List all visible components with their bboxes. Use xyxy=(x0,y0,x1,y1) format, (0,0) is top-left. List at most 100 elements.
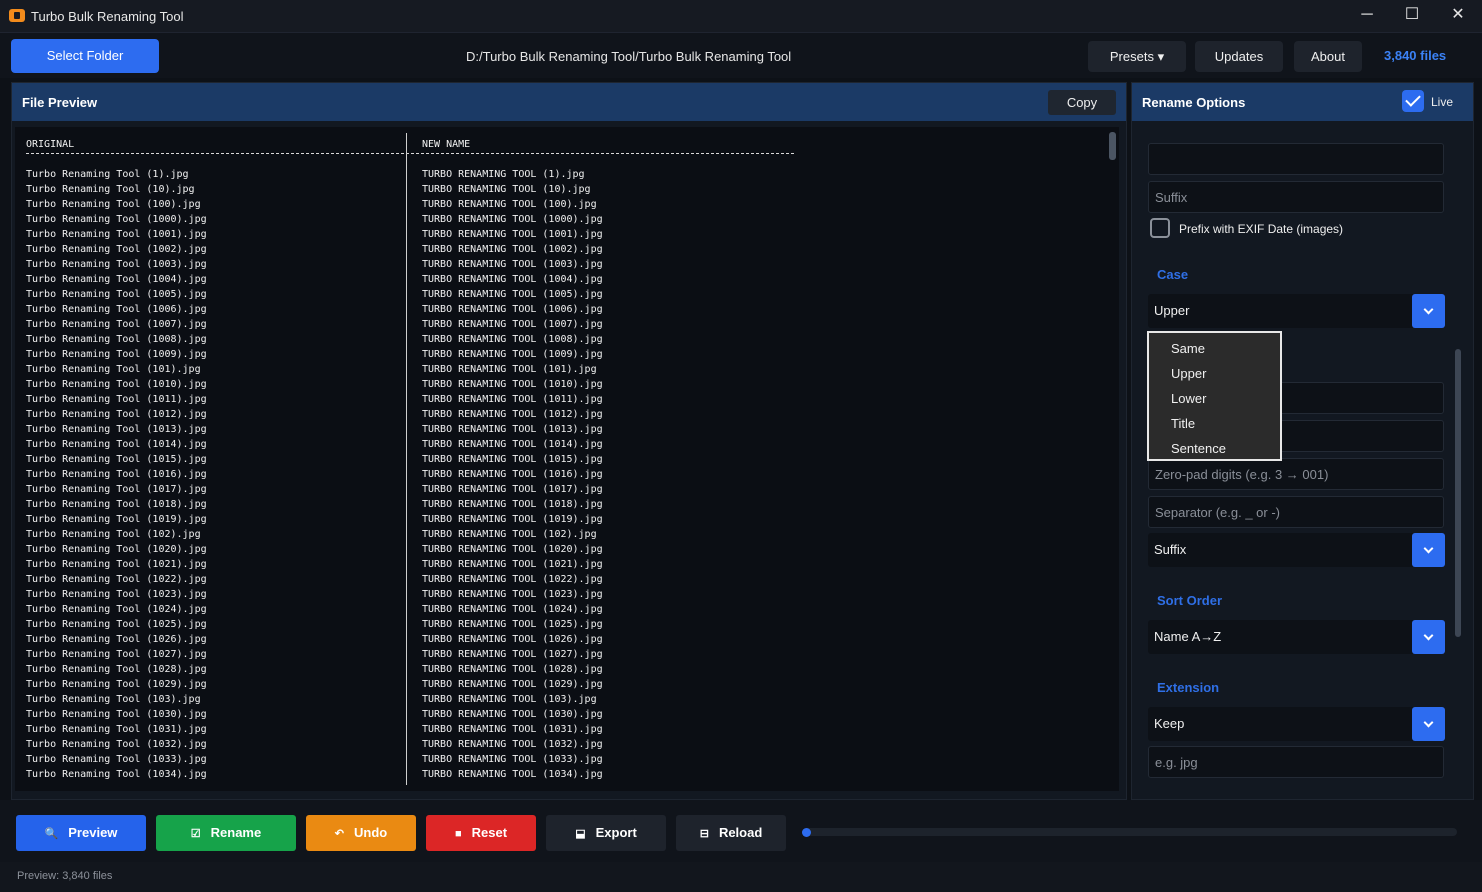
table-row: TURBO RENAMING TOOL (1030).jpg xyxy=(422,709,603,720)
table-row: Turbo Renaming Tool (102).jpg xyxy=(26,529,201,540)
undo-icon: ↶ xyxy=(334,828,344,840)
chevron-down-icon[interactable] xyxy=(1412,294,1445,328)
reset-button-label: Reset xyxy=(471,825,508,840)
sort-order-title: Sort Order xyxy=(1157,593,1223,608)
table-row: TURBO RENAMING TOOL (1021).jpg xyxy=(422,559,603,570)
prefix-input[interactable] xyxy=(1148,143,1444,175)
chevron-down-icon[interactable] xyxy=(1412,620,1445,654)
reload-button[interactable]: ⊟ Reload xyxy=(676,815,786,851)
chevron-down-icon[interactable] xyxy=(1412,707,1445,741)
status-bar: Preview: 3,840 files xyxy=(0,862,1482,892)
table-row: Turbo Renaming Tool (1033).jpg xyxy=(26,754,207,765)
case-option-sentence[interactable]: Sentence xyxy=(1171,441,1226,456)
undo-button[interactable]: ↶ Undo xyxy=(306,815,416,851)
extension-select[interactable]: Keep xyxy=(1148,707,1445,741)
table-row: Turbo Renaming Tool (1022).jpg xyxy=(26,574,207,585)
table-row: TURBO RENAMING TOOL (1027).jpg xyxy=(422,649,603,660)
table-row: TURBO RENAMING TOOL (1023).jpg xyxy=(422,589,603,600)
file-preview-title: File Preview xyxy=(22,95,98,110)
table-row: Turbo Renaming Tool (1004).jpg xyxy=(26,274,207,285)
table-row: Turbo Renaming Tool (1017).jpg xyxy=(26,484,207,495)
case-option-title[interactable]: Title xyxy=(1171,416,1195,431)
reload-icon: ⊟ xyxy=(699,828,709,840)
progress-indicator xyxy=(802,828,811,837)
top-toolbar: Select Folder D:/Turbo Bulk Renaming Too… xyxy=(0,33,1482,78)
table-row: TURBO RENAMING TOOL (1005).jpg xyxy=(422,289,603,300)
rename-button-label: Rename xyxy=(210,825,262,840)
table-row: Turbo Renaming Tool (1002).jpg xyxy=(26,244,207,255)
close-button[interactable]: ✕ xyxy=(1435,0,1481,32)
exif-date-checkbox[interactable] xyxy=(1150,218,1170,238)
table-row: TURBO RENAMING TOOL (1014).jpg xyxy=(422,439,603,450)
case-option-upper[interactable]: Upper xyxy=(1171,366,1206,381)
separator-input[interactable]: Separator (e.g. _ or -) xyxy=(1148,496,1444,528)
progress-bar xyxy=(802,828,1457,837)
table-row: TURBO RENAMING TOOL (1024).jpg xyxy=(422,604,603,615)
table-row: TURBO RENAMING TOOL (102).jpg xyxy=(422,529,597,540)
table-row: Turbo Renaming Tool (1020).jpg xyxy=(26,544,207,555)
preview-button[interactable]: 🔍 Preview xyxy=(16,815,146,851)
updates-button[interactable]: Updates xyxy=(1195,41,1283,72)
export-button[interactable]: ⬓ Export xyxy=(546,815,666,851)
case-option-lower[interactable]: Lower xyxy=(1171,391,1206,406)
copy-button[interactable]: Copy xyxy=(1048,90,1116,115)
table-row: Turbo Renaming Tool (1014).jpg xyxy=(26,439,207,450)
title-bar: Turbo Bulk Renaming Tool ─ ☐ ✕ xyxy=(0,0,1482,33)
reset-button[interactable]: ■ Reset xyxy=(426,815,536,851)
table-row: TURBO RENAMING TOOL (1031).jpg xyxy=(422,724,603,735)
sort-order-select[interactable]: Name A→Z xyxy=(1148,620,1445,654)
chevron-down-icon[interactable] xyxy=(1412,533,1445,567)
file-count: 3,840 files xyxy=(1384,48,1447,63)
table-row: Turbo Renaming Tool (1027).jpg xyxy=(26,649,207,660)
export-button-label: Export xyxy=(595,825,637,840)
case-select[interactable]: Upper xyxy=(1148,294,1445,328)
app-logo-icon xyxy=(9,9,25,22)
table-row: TURBO RENAMING TOOL (1015).jpg xyxy=(422,454,603,465)
rename-options-title: Rename Options xyxy=(1142,95,1246,110)
undo-button-label: Undo xyxy=(354,825,388,840)
table-row: TURBO RENAMING TOOL (1020).jpg xyxy=(422,544,603,555)
table-row: TURBO RENAMING TOOL (1006).jpg xyxy=(422,304,603,315)
preview-scrollbar[interactable] xyxy=(1109,132,1116,160)
table-row: TURBO RENAMING TOOL (1028).jpg xyxy=(422,664,603,675)
table-row: Turbo Renaming Tool (1008).jpg xyxy=(26,334,207,345)
table-row: TURBO RENAMING TOOL (1026).jpg xyxy=(422,634,603,645)
table-row: Turbo Renaming Tool (1012).jpg xyxy=(26,409,207,420)
table-row: Turbo Renaming Tool (1009).jpg xyxy=(26,349,207,360)
case-select-value: Upper xyxy=(1154,303,1190,318)
table-row: Turbo Renaming Tool (1006).jpg xyxy=(26,304,207,315)
table-row: Turbo Renaming Tool (1016).jpg xyxy=(26,469,207,480)
table-row: Turbo Renaming Tool (100).jpg xyxy=(26,199,201,210)
table-row: Turbo Renaming Tool (1011).jpg xyxy=(26,394,207,405)
suffix-input[interactable]: Suffix xyxy=(1148,181,1444,213)
table-row: TURBO RENAMING TOOL (1002).jpg xyxy=(422,244,603,255)
maximize-button[interactable]: ☐ xyxy=(1389,0,1435,32)
rename-button[interactable]: ☑ Rename xyxy=(156,815,296,851)
action-bar: 🔍 Preview ☑ Rename ↶ Undo ■ Reset ⬓ Export ⊟ R… xyxy=(0,800,1482,862)
extension-title: Extension xyxy=(1157,680,1220,695)
table-row: TURBO RENAMING TOOL (1008).jpg xyxy=(422,334,603,345)
table-row: TURBO RENAMING TOOL (1018).jpg xyxy=(422,499,603,510)
table-row: TURBO RENAMING TOOL (1001).jpg xyxy=(422,229,603,240)
file-preview-header: File Preview Copy xyxy=(12,83,1126,121)
table-row: TURBO RENAMING TOOL (1010).jpg xyxy=(422,379,603,390)
table-row: Turbo Renaming Tool (1007).jpg xyxy=(26,319,207,330)
number-position-select[interactable]: Suffix xyxy=(1148,533,1445,567)
search-icon: 🔍 xyxy=(44,828,59,840)
table-row: TURBO RENAMING TOOL (101).jpg xyxy=(422,364,597,375)
presets-button[interactable]: Presets ▾ xyxy=(1088,41,1186,72)
sort-order-value: Name A→Z xyxy=(1154,629,1222,644)
minimize-button[interactable]: ─ xyxy=(1344,0,1390,32)
zero-pad-input[interactable]: Zero-pad digits (e.g. 3 → 001) xyxy=(1148,458,1444,490)
table-row: TURBO RENAMING TOOL (1017).jpg xyxy=(422,484,603,495)
about-button[interactable]: About xyxy=(1294,41,1362,72)
select-folder-button[interactable]: Select Folder xyxy=(11,39,159,73)
extension-input[interactable]: e.g. jpg xyxy=(1148,746,1444,778)
preview-table[interactable]: ORIGINAL NEW NAME Turbo Renaming Tool (1… xyxy=(15,127,1119,791)
options-scrollbar[interactable] xyxy=(1455,349,1461,637)
case-option-same[interactable]: Same xyxy=(1171,341,1205,356)
live-checkbox[interactable] xyxy=(1402,90,1424,112)
table-row: TURBO RENAMING TOOL (1007).jpg xyxy=(422,319,603,330)
table-row: TURBO RENAMING TOOL (1029).jpg xyxy=(422,679,603,690)
exif-date-label: Prefix with EXIF Date (images) xyxy=(1179,222,1344,236)
